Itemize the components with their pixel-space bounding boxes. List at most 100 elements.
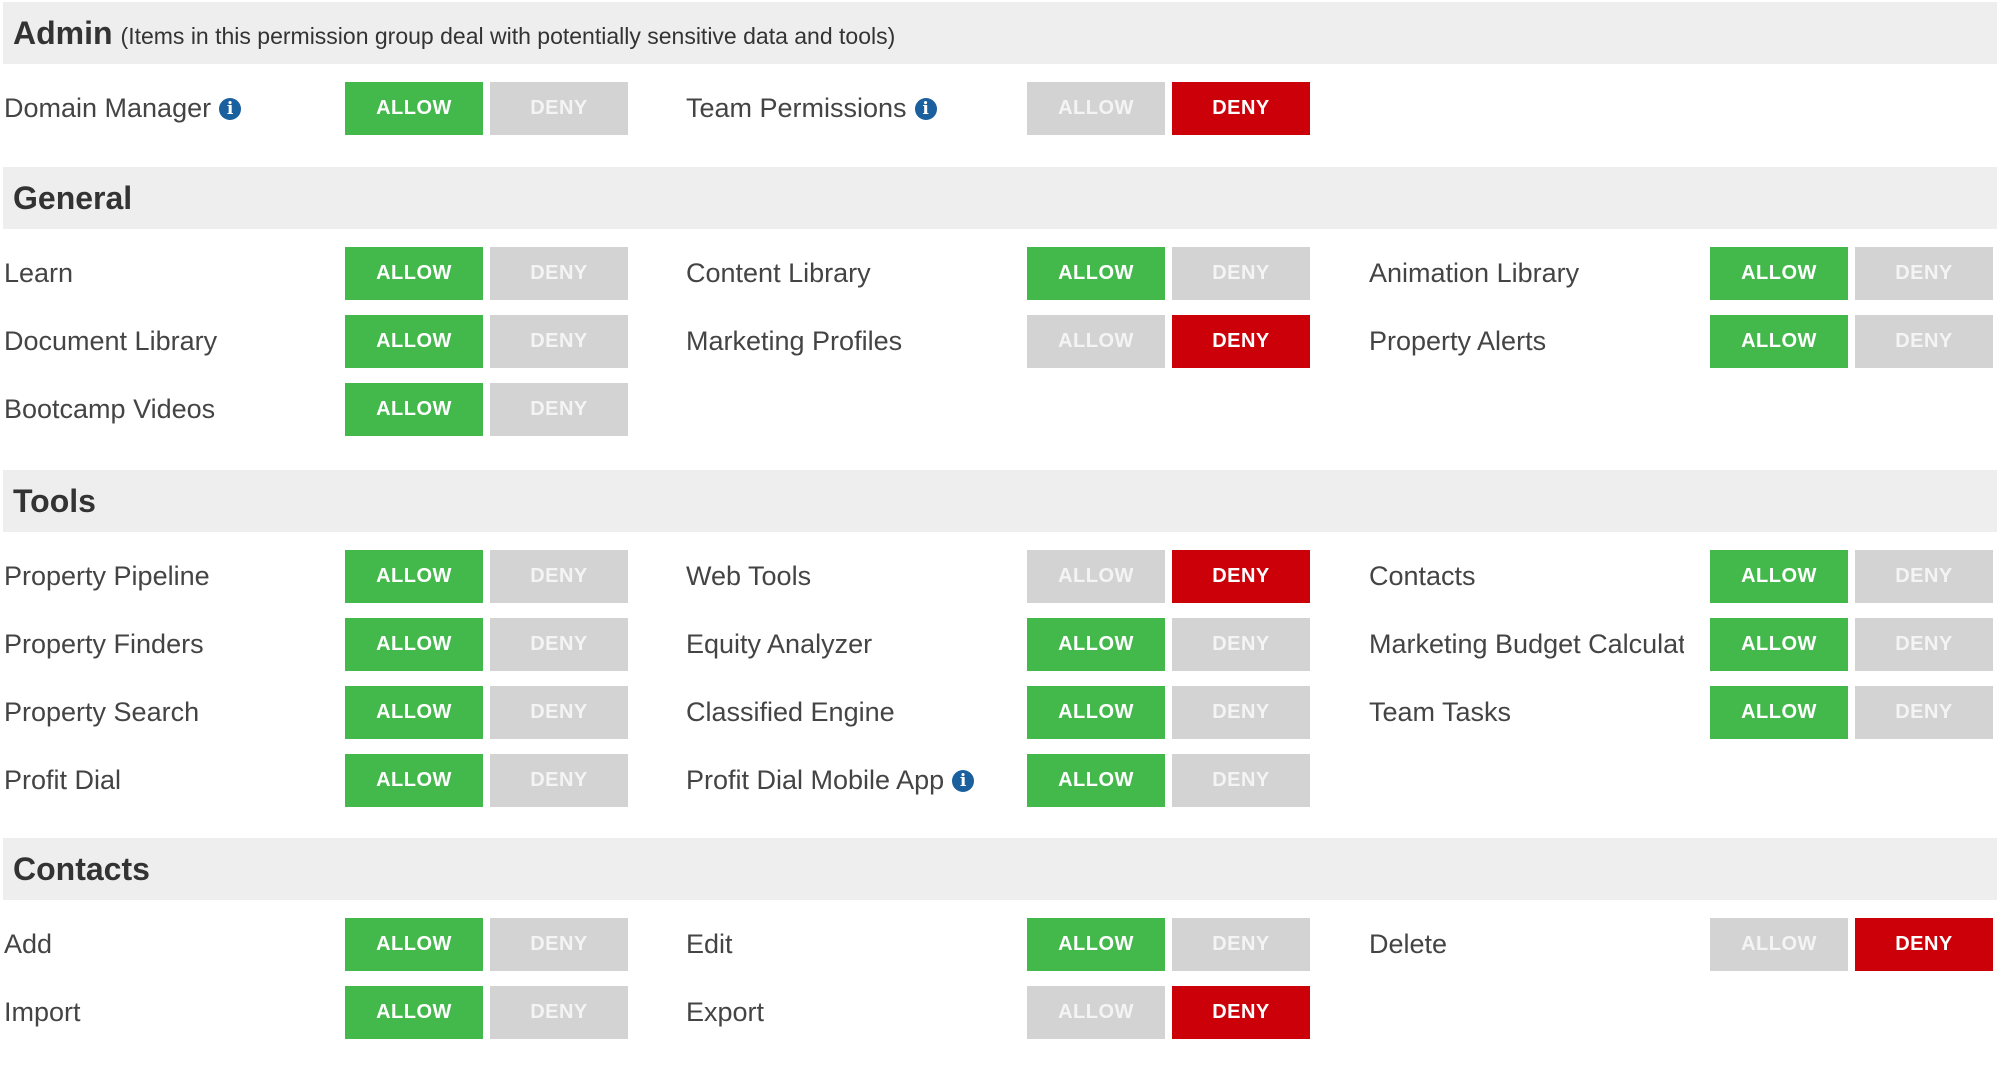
permission-label-text: Marketing Profiles [686,326,903,356]
allow-button[interactable]: ALLOW [345,918,483,971]
deny-button[interactable]: DENY [1172,986,1310,1039]
permission-label: Document Library [4,315,217,368]
allow-button[interactable]: ALLOW [345,82,483,135]
permission-label-text: Team Permissions [686,93,907,123]
allow-button[interactable]: ALLOW [345,383,483,436]
permission-row: Learn ALLOW DENY Content Library ALLOW DENY An… [0,247,2000,300]
deny-button[interactable]: DENY [490,754,628,807]
info-icon[interactable]: i [914,97,937,120]
allow-deny-toggle: ALLOW DENY [1027,82,1310,135]
deny-button[interactable]: DENY [1855,618,1993,671]
permission-label: Import [4,986,81,1039]
permission-row: Property Pipeline ALLOW DENY Web Tools ALLOW… [0,550,2000,603]
permission-row: Property Search ALLOW DENY Classified Engin… [0,686,2000,739]
permission-label-text: Team Tasks [1369,697,1512,727]
deny-button[interactable]: DENY [490,986,628,1039]
permission-label: Property Alerts [1369,315,1546,368]
allow-button[interactable]: ALLOW [1027,550,1165,603]
allow-deny-toggle: ALLOW DENY [345,247,628,300]
permission-label-text: Learn [4,258,74,288]
permission-row: Profit Dial ALLOW DENY Profit Dial Mobile A… [0,754,2000,807]
allow-button[interactable]: ALLOW [1710,550,1848,603]
info-icon[interactable]: i [952,769,975,792]
section-header-contacts: Contacts [3,838,1997,900]
allow-button[interactable]: ALLOW [1710,618,1848,671]
allow-deny-toggle: ALLOW DENY [1710,550,1993,603]
allow-button[interactable]: ALLOW [1027,618,1165,671]
permission-label: Team Permissions i [686,82,937,135]
permission-row: Add ALLOW DENY Edit ALLOW DENY Delete ALLOW DENY [0,918,2000,971]
permission-label: Export [686,986,764,1039]
deny-button[interactable]: DENY [490,383,628,436]
permission-row: Domain Manager i ALLOW DENY Team Permissions… [0,82,2000,135]
deny-button[interactable]: DENY [1172,686,1310,739]
deny-button[interactable]: DENY [490,315,628,368]
permission-label: Marketing Budget Calculator [1369,618,1684,671]
permission-label: Property Finders [4,618,204,671]
allow-deny-toggle: ALLOW DENY [1027,986,1310,1039]
permission-label-text: Add [4,929,53,959]
allow-deny-toggle: ALLOW DENY [1710,918,1993,971]
deny-button[interactable]: DENY [1172,550,1310,603]
permission-label-text: Property Finders [4,629,204,659]
deny-button[interactable]: DENY [1172,82,1310,135]
deny-button[interactable]: DENY [1855,247,1993,300]
permission-label: Learn [4,247,73,300]
permission-label: Delete [1369,918,1447,971]
deny-button[interactable]: DENY [1172,315,1310,368]
permission-label-text: Classified Engine [686,697,895,727]
allow-button[interactable]: ALLOW [1710,686,1848,739]
permission-label-text: Web Tools [686,561,812,591]
deny-button[interactable]: DENY [1172,247,1310,300]
allow-button[interactable]: ALLOW [1027,986,1165,1039]
deny-button[interactable]: DENY [1172,754,1310,807]
allow-button[interactable]: ALLOW [345,618,483,671]
allow-button[interactable]: ALLOW [1027,315,1165,368]
permission-label: Add [4,918,52,971]
permission-label: Domain Manager i [4,82,242,135]
section-title: Tools [13,482,96,519]
deny-button[interactable]: DENY [1855,686,1993,739]
deny-button[interactable]: DENY [1855,550,1993,603]
permission-label: Animation Library [1369,247,1579,300]
deny-button[interactable]: DENY [490,82,628,135]
permission-label: Profit Dial [4,754,121,807]
deny-button[interactable]: DENY [490,550,628,603]
permission-label-text: Domain Manager [4,93,212,123]
allow-button[interactable]: ALLOW [345,986,483,1039]
deny-button[interactable]: DENY [1855,315,1993,368]
allow-deny-toggle: ALLOW DENY [1027,754,1310,807]
deny-button[interactable]: DENY [1172,618,1310,671]
allow-button[interactable]: ALLOW [345,686,483,739]
deny-button[interactable]: DENY [490,918,628,971]
permission-label: Property Search [4,686,199,739]
allow-button[interactable]: ALLOW [1027,918,1165,971]
allow-button[interactable]: ALLOW [1027,686,1165,739]
allow-button[interactable]: ALLOW [345,247,483,300]
permission-label-text: Contacts [1369,561,1476,591]
allow-button[interactable]: ALLOW [1710,918,1848,971]
allow-deny-toggle: ALLOW DENY [1710,686,1993,739]
allow-deny-toggle: ALLOW DENY [1027,247,1310,300]
allow-button[interactable]: ALLOW [345,550,483,603]
deny-button[interactable]: DENY [1172,918,1310,971]
allow-button[interactable]: ALLOW [1710,247,1848,300]
allow-button[interactable]: ALLOW [345,315,483,368]
permission-label-text: Equity Analyzer [686,629,873,659]
allow-button[interactable]: ALLOW [1027,247,1165,300]
allow-button[interactable]: ALLOW [1710,315,1848,368]
allow-button[interactable]: ALLOW [1027,754,1165,807]
allow-button[interactable]: ALLOW [345,754,483,807]
permission-label-text: Content Library [686,258,871,288]
deny-button[interactable]: DENY [490,686,628,739]
info-icon[interactable]: i [219,97,242,120]
permission-row: Bootcamp Videos ALLOW DENY [0,383,2000,436]
permission-label-text: Edit [686,929,733,959]
allow-button[interactable]: ALLOW [1027,82,1165,135]
section-title: Contacts [13,850,150,887]
permission-label-text: Profit Dial Mobile App [686,765,945,795]
deny-button[interactable]: DENY [490,247,628,300]
permission-label-text: Export [686,997,765,1027]
deny-button[interactable]: DENY [490,618,628,671]
deny-button[interactable]: DENY [1855,918,1993,971]
